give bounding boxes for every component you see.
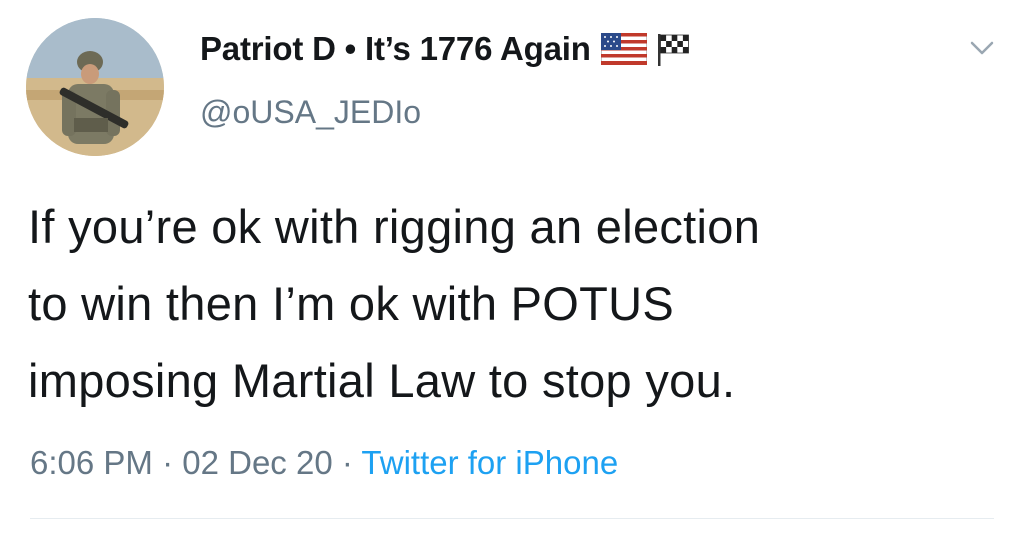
tweet-text: If you’re ok with rigging an election to… <box>28 188 1008 419</box>
divider <box>30 518 994 519</box>
meta-separator: · <box>152 444 183 481</box>
user-handle[interactable]: @oUSA_JEDIo <box>200 94 421 131</box>
tweet-metadata: 6:06 PM · 02 Dec 20 · Twitter for iPhone <box>30 444 618 482</box>
meta-separator: · <box>332 444 362 481</box>
name-row: Patriot D • It’s 1776 Again <box>200 30 691 68</box>
us-flag-icon <box>600 33 647 65</box>
tweet-source-link[interactable]: Twitter for iPhone <box>361 444 618 481</box>
tweet-text-line: If you’re ok with rigging an election <box>28 200 761 253</box>
display-name[interactable]: Patriot D • It’s 1776 Again <box>200 30 591 68</box>
tweet-time[interactable]: 6:06 PM <box>30 444 153 481</box>
avatar-image <box>26 18 164 156</box>
tweet-text-line: imposing Martial Law to stop you. <box>28 354 736 407</box>
tweet-date[interactable]: 02 Dec 20 <box>182 444 332 481</box>
tweet-text-line: to win then I’m ok with POTUS <box>28 277 675 330</box>
tweet-card: Patriot D • It’s 1776 Again @oUSA_JEDIo … <box>0 0 1024 538</box>
chevron-down-icon[interactable] <box>968 38 996 58</box>
checkered-flag-icon <box>657 34 689 66</box>
avatar[interactable] <box>26 18 164 156</box>
